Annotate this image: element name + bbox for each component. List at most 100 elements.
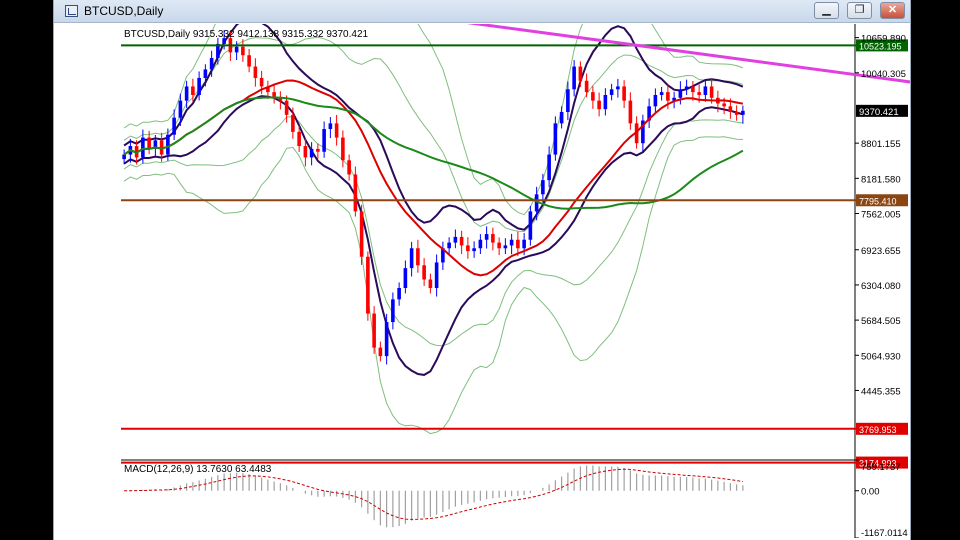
candle-body [303, 146, 308, 158]
candle-body [628, 100, 633, 124]
candle-body [147, 137, 151, 149]
chart-window[interactable]: BTCUSD,Daily ▁ ❐ ✕ BTCUSD,Daily 9315.332… [53, 0, 911, 540]
candle-body [347, 160, 351, 175]
candle-body [684, 86, 689, 90]
candle-body [666, 92, 670, 101]
minimize-button[interactable]: ▁ [814, 2, 839, 19]
candle-body [316, 148, 320, 152]
candle-body [484, 234, 489, 240]
candle-body [703, 86, 708, 95]
candle-body [597, 100, 601, 110]
candle-body [497, 242, 501, 249]
candle-body [341, 137, 345, 161]
candle-body [122, 154, 126, 160]
candle-body [141, 137, 145, 158]
candle-body [291, 114, 295, 132]
candle-body [422, 265, 426, 280]
price-tick-label: 5684.505 [861, 316, 901, 327]
price-tick-label: 8181.580 [861, 174, 901, 185]
macd-label: MACD(12,26,9) 13.7630 63.4483 [124, 464, 272, 475]
candle-body [247, 55, 251, 67]
candle-body [191, 86, 195, 95]
candle-body [447, 242, 451, 249]
plot-area [121, 24, 854, 538]
candle-body [353, 174, 358, 212]
candle-body [309, 148, 314, 158]
candle-body [528, 211, 533, 240]
candle-body [584, 80, 589, 93]
candle-body [678, 89, 683, 98]
candle-body [741, 110, 745, 115]
candle-body [184, 86, 189, 101]
candle-body [697, 92, 701, 95]
candle-body [516, 239, 520, 249]
restore-button[interactable]: ❐ [847, 2, 872, 19]
candle-body [416, 248, 420, 266]
level-price-label: 7795.410 [859, 196, 897, 206]
candle-body [547, 154, 551, 181]
candle-body [372, 313, 376, 348]
close-button[interactable]: ✕ [880, 2, 905, 19]
candle-body [203, 69, 208, 78]
candle-body [691, 86, 695, 93]
macd-tick-label: 759.1737 [861, 462, 901, 473]
candle-body [572, 66, 576, 90]
macd-tick-label: 0.00 [861, 487, 880, 498]
candle-body [466, 245, 470, 252]
price-tick-label: 8801.155 [861, 139, 901, 150]
candle-body [709, 86, 714, 98]
candle-body [366, 256, 370, 314]
candle-body [397, 288, 401, 300]
candle-body [478, 239, 483, 249]
level-price-label: 3769.953 [859, 425, 897, 435]
candle-body [409, 248, 414, 269]
candle-body [659, 92, 664, 95]
candle-body [297, 131, 301, 147]
candle-body [734, 112, 739, 115]
candle-body [403, 268, 408, 288]
candle-body [359, 211, 364, 257]
window-title: BTCUSD,Daily [84, 4, 164, 18]
candle-body [322, 129, 326, 152]
candle-body [241, 46, 245, 56]
candle-body [728, 106, 733, 112]
candle-body [459, 236, 464, 246]
candle-body [209, 58, 214, 70]
candle-body [653, 94, 658, 107]
candle-body [609, 89, 614, 95]
candle-body [622, 86, 626, 101]
candle-body [453, 236, 458, 243]
candle-body [591, 92, 595, 101]
candle-body [284, 100, 289, 115]
candle-body [428, 279, 433, 288]
price-tick-label: 6304.080 [861, 281, 901, 292]
candle-body [334, 123, 339, 138]
window-titlebar[interactable]: BTCUSD,Daily ▁ ❐ ✕ [54, 0, 910, 23]
candle-body [509, 239, 514, 246]
candle-body [541, 180, 545, 195]
candle-body [197, 77, 201, 95]
candle-body [472, 248, 476, 252]
chart-window-icon [65, 5, 78, 17]
macd-tick-label: -1167.0114 [861, 528, 908, 538]
candle-body [328, 123, 333, 130]
price-tick-label: 7562.005 [861, 210, 901, 221]
candle-body [259, 77, 264, 87]
price-tick-label: 5064.930 [861, 351, 901, 362]
candle-body [491, 234, 495, 243]
candle-body [578, 66, 583, 81]
candle-body [253, 66, 258, 78]
candle-body [234, 46, 239, 53]
candle-body [722, 103, 726, 107]
candle-body [384, 322, 389, 357]
price-tick-label: 10659.890 [861, 34, 906, 45]
candle-body [566, 89, 570, 112]
candle-body [378, 347, 383, 357]
candle-body [503, 245, 508, 249]
candle-body [559, 112, 564, 124]
price-chart[interactable]: BTCUSD,Daily 9315.332 9412.138 9315.332 … [114, 24, 910, 538]
candle-body [522, 239, 526, 249]
candle-body [178, 100, 183, 118]
candle-body [391, 299, 395, 323]
candle-body [166, 134, 170, 155]
